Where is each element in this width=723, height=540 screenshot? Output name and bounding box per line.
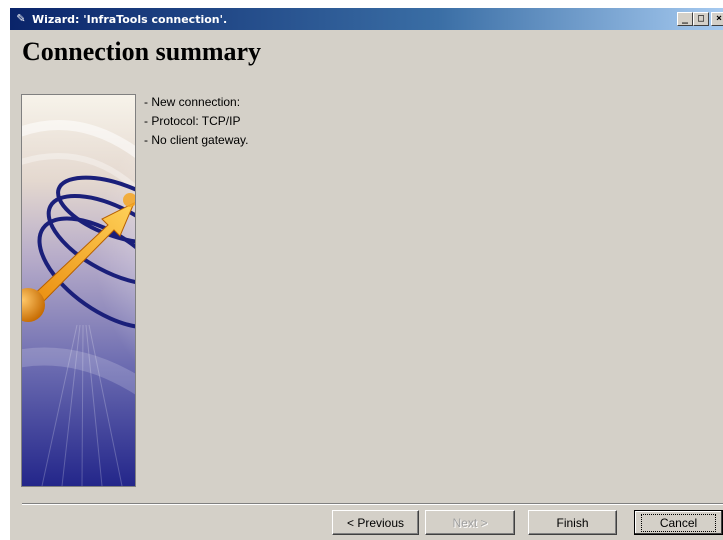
close-button[interactable]: × [711, 12, 723, 26]
window-controls: _ □ × [677, 12, 723, 26]
title-bar[interactable]: ✎ Wizard: 'InfraTools connection'. _ □ × [10, 8, 723, 30]
connection-summary: - New connection: - Protocol: TCP/IP - N… [144, 95, 704, 152]
wizard-window: ✎ Wizard: 'InfraTools connection'. _ □ ×… [10, 8, 723, 540]
wizard-side-image [21, 94, 136, 487]
previous-button[interactable]: < Previous [332, 510, 419, 535]
next-button[interactable]: Next > [425, 510, 515, 535]
cancel-button[interactable]: Cancel [634, 510, 723, 535]
cancel-button-label: Cancel [640, 513, 717, 532]
finish-button-label: Finish [556, 515, 589, 530]
next-button-label: Next > [452, 515, 488, 530]
maximize-button[interactable]: □ [693, 12, 709, 26]
summary-line-new-connection: - New connection: [144, 95, 241, 109]
connection-orbit-arrow-graphic [22, 95, 135, 486]
summary-line-gateway: - No client gateway. [144, 133, 249, 147]
minimize-button[interactable]: _ [677, 12, 693, 26]
window-title: Wizard: 'InfraTools connection'. [32, 12, 228, 26]
finish-button[interactable]: Finish [528, 510, 617, 535]
page-title: Connection summary [22, 37, 262, 66]
wizard-wand-icon: ✎ [16, 13, 26, 25]
summary-line-protocol: - Protocol: TCP/IP [144, 114, 241, 128]
previous-button-label: < Previous [346, 515, 405, 530]
button-divider [22, 503, 723, 505]
